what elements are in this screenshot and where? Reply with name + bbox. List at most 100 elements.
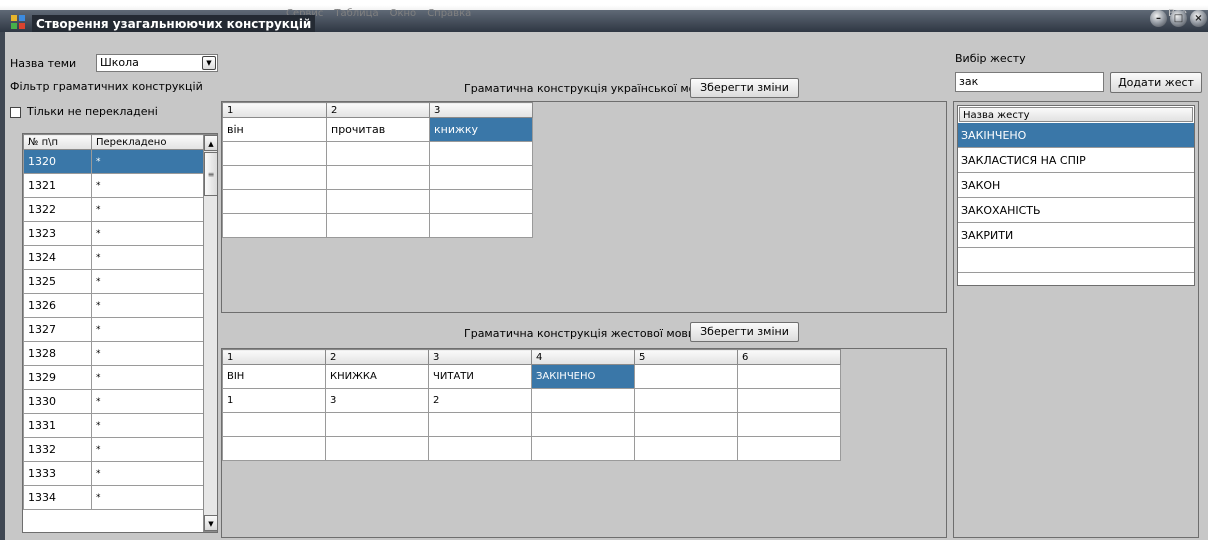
sign-cell-cell[interactable] bbox=[737, 388, 841, 413]
sign-cell-cell[interactable] bbox=[222, 412, 326, 437]
ukrainian-column-2[interactable]: 2 bbox=[326, 102, 430, 118]
row-number-cell[interactable]: 1334 bbox=[23, 485, 92, 510]
row-translated-cell[interactable]: * bbox=[91, 149, 204, 174]
constructions-table-row[interactable]: 1328 * bbox=[23, 341, 204, 366]
constructions-table-row[interactable]: 1324 * bbox=[23, 245, 204, 270]
constructions-table-row[interactable]: 1326 * bbox=[23, 293, 204, 318]
ukrainian-cell-cell[interactable]: книжку bbox=[429, 117, 533, 142]
row-number-cell[interactable]: 1324 bbox=[23, 245, 92, 270]
constructions-table-row[interactable]: 1332 * bbox=[23, 437, 204, 462]
constructions-table-row[interactable]: 1320 * bbox=[23, 149, 204, 174]
ukrainian-cell-cell[interactable] bbox=[429, 165, 533, 190]
constructions-table-row[interactable]: 1329 * bbox=[23, 365, 204, 390]
ukrainian-cell-cell[interactable]: він bbox=[222, 117, 327, 142]
menu-item-window[interactable]: Окно bbox=[390, 8, 417, 19]
row-translated-cell[interactable]: * bbox=[91, 293, 204, 318]
scroll-thumb[interactable]: ≡ bbox=[204, 152, 217, 196]
constructions-table-row[interactable]: 1330 * bbox=[23, 389, 204, 414]
sign-column-2[interactable]: 2 bbox=[325, 349, 429, 365]
scroll-up-icon[interactable]: ▲ bbox=[204, 135, 217, 151]
sign-cell-cell[interactable] bbox=[737, 364, 841, 389]
row-number-cell[interactable]: 1321 bbox=[23, 173, 92, 198]
row-number-cell[interactable]: 1322 bbox=[23, 197, 92, 222]
sign-cell-cell[interactable] bbox=[531, 388, 635, 413]
sign-cell-cell[interactable] bbox=[428, 436, 532, 461]
ukrainian-cell-row[interactable]: він прочитав книжку bbox=[222, 117, 533, 142]
constructions-table-row[interactable]: 1323 * bbox=[23, 221, 204, 246]
gesture-list-item[interactable]: ЗАКЛАСТИСЯ НА СПІР bbox=[958, 148, 1194, 173]
ukrainian-column-1[interactable]: 1 bbox=[222, 102, 327, 118]
sign-cell-cell[interactable] bbox=[428, 412, 532, 437]
save-ukrainian-button[interactable]: Зберегти зміни bbox=[690, 78, 799, 98]
sign-cell-cell[interactable] bbox=[634, 364, 738, 389]
row-translated-cell[interactable]: * bbox=[91, 485, 204, 510]
row-number-cell[interactable]: 1320 bbox=[23, 149, 92, 174]
ukrainian-cell-cell[interactable] bbox=[222, 189, 327, 214]
maximize-icon[interactable]: □ bbox=[1170, 10, 1187, 27]
gesture-list-item[interactable]: ЗАКРИТИ bbox=[958, 223, 1194, 248]
save-sign-button[interactable]: Зберегти зміни bbox=[690, 322, 799, 342]
minimize-icon[interactable]: – bbox=[1150, 10, 1167, 27]
ukrainian-cell-cell[interactable] bbox=[429, 189, 533, 214]
sign-cell-row[interactable] bbox=[222, 436, 841, 461]
checkbox-icon[interactable] bbox=[10, 107, 21, 118]
ukrainian-cell-cell[interactable] bbox=[326, 189, 430, 214]
gesture-list-item[interactable]: ЗАКІНЧЕНО bbox=[958, 123, 1194, 148]
sign-column-1[interactable]: 1 bbox=[222, 349, 326, 365]
constructions-table-row[interactable]: 1322 * bbox=[23, 197, 204, 222]
sign-cell-cell[interactable] bbox=[222, 436, 326, 461]
ukrainian-cell-cell[interactable] bbox=[222, 141, 327, 166]
ukrainian-cell-cell[interactable] bbox=[326, 213, 430, 238]
sign-cell-cell[interactable] bbox=[634, 436, 738, 461]
scroll-down-icon[interactable]: ▼ bbox=[204, 515, 217, 531]
sign-cell-cell[interactable] bbox=[325, 412, 429, 437]
row-number-cell[interactable]: 1325 bbox=[23, 269, 92, 294]
sign-column-4[interactable]: 4 bbox=[531, 349, 635, 365]
column-header-number[interactable]: № п\п bbox=[23, 134, 92, 150]
constructions-table-row[interactable]: 1334 * bbox=[23, 485, 204, 510]
row-translated-cell[interactable]: * bbox=[91, 269, 204, 294]
row-translated-cell[interactable]: * bbox=[91, 173, 204, 198]
sign-cell-cell[interactable]: ЧИТАТИ bbox=[428, 364, 532, 389]
row-number-cell[interactable]: 1328 bbox=[23, 341, 92, 366]
topic-combobox[interactable]: Школа ▼ bbox=[96, 54, 218, 72]
ukrainian-cell-cell[interactable] bbox=[222, 165, 327, 190]
ukrainian-column-3[interactable]: 3 bbox=[429, 102, 533, 118]
row-number-cell[interactable]: 1333 bbox=[23, 461, 92, 486]
gesture-search-input[interactable]: зак bbox=[955, 72, 1104, 92]
sign-cell-cell[interactable]: ВІН bbox=[222, 364, 326, 389]
menu-item-help[interactable]: Справка bbox=[427, 8, 471, 19]
ukrainian-cell-row[interactable] bbox=[222, 165, 533, 190]
sign-cell-row[interactable]: ВІН КНИЖКА ЧИТАТИ ЗАКІНЧЕНО bbox=[222, 364, 841, 389]
sign-column-3[interactable]: 3 bbox=[428, 349, 532, 365]
row-translated-cell[interactable]: * bbox=[91, 389, 204, 414]
sign-cell-cell[interactable] bbox=[634, 412, 738, 437]
row-number-cell[interactable]: 1327 bbox=[23, 317, 92, 342]
ukrainian-cell-cell[interactable] bbox=[326, 165, 430, 190]
sign-cell-cell[interactable]: 1 bbox=[222, 388, 326, 413]
sign-cell-cell[interactable]: КНИЖКА bbox=[325, 364, 429, 389]
row-translated-cell[interactable]: * bbox=[91, 365, 204, 390]
add-gesture-button[interactable]: Додати жест bbox=[1110, 72, 1202, 93]
sign-cell-cell[interactable] bbox=[634, 388, 738, 413]
combo-arrow-icon[interactable]: ▼ bbox=[202, 56, 216, 70]
row-number-cell[interactable]: 1323 bbox=[23, 221, 92, 246]
constructions-table-row[interactable]: 1327 * bbox=[23, 317, 204, 342]
ukrainian-cell-row[interactable] bbox=[222, 213, 533, 238]
sign-cell-row[interactable] bbox=[222, 412, 841, 437]
row-translated-cell[interactable]: * bbox=[91, 245, 204, 270]
row-translated-cell[interactable]: * bbox=[91, 197, 204, 222]
close-icon[interactable]: × bbox=[1190, 10, 1207, 27]
sign-cell-cell[interactable] bbox=[737, 412, 841, 437]
ukrainian-cell-cell[interactable]: прочитав bbox=[326, 117, 430, 142]
constructions-table-row[interactable]: 1325 * bbox=[23, 269, 204, 294]
gesture-list-item[interactable]: ЗАКОХАНІСТЬ bbox=[958, 198, 1194, 223]
constructions-table-row[interactable]: 1333 * bbox=[23, 461, 204, 486]
row-translated-cell[interactable]: * bbox=[91, 437, 204, 462]
sign-cell-cell[interactable] bbox=[325, 436, 429, 461]
sign-cell-row[interactable]: 132 bbox=[222, 388, 841, 413]
gesture-list-item[interactable]: ЗАКОН bbox=[958, 173, 1194, 198]
gesture-list-item[interactable] bbox=[958, 248, 1194, 273]
row-number-cell[interactable]: 1326 bbox=[23, 293, 92, 318]
sign-cell-cell[interactable] bbox=[531, 412, 635, 437]
